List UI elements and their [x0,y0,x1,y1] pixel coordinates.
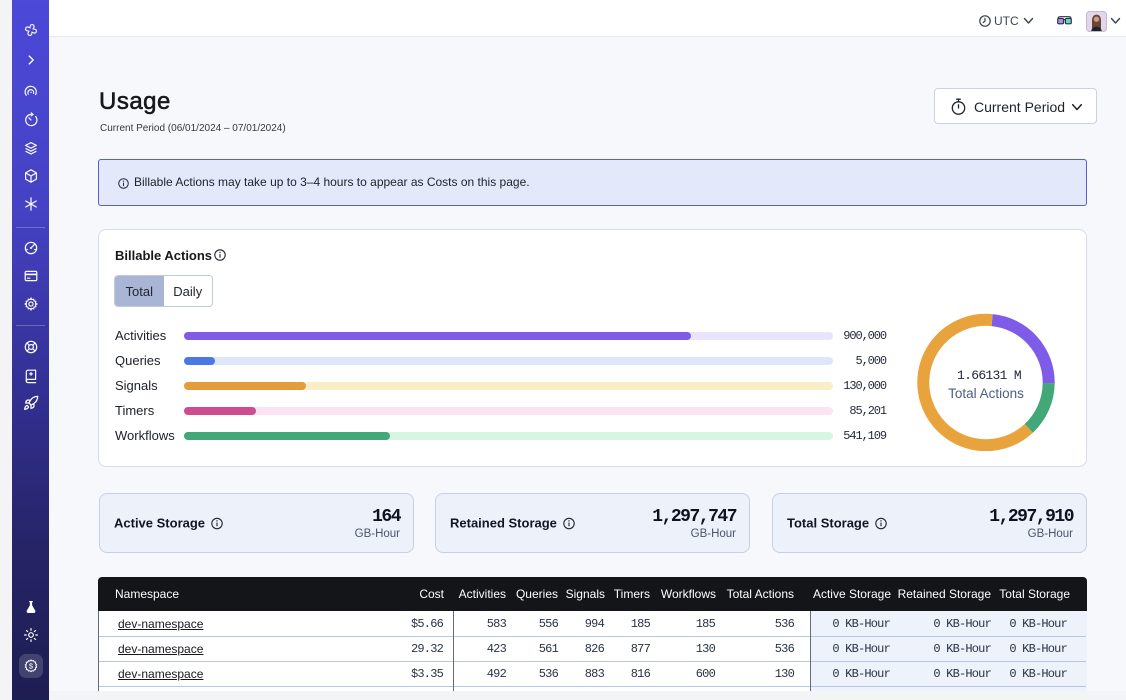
svg-text:$: $ [28,662,33,671]
